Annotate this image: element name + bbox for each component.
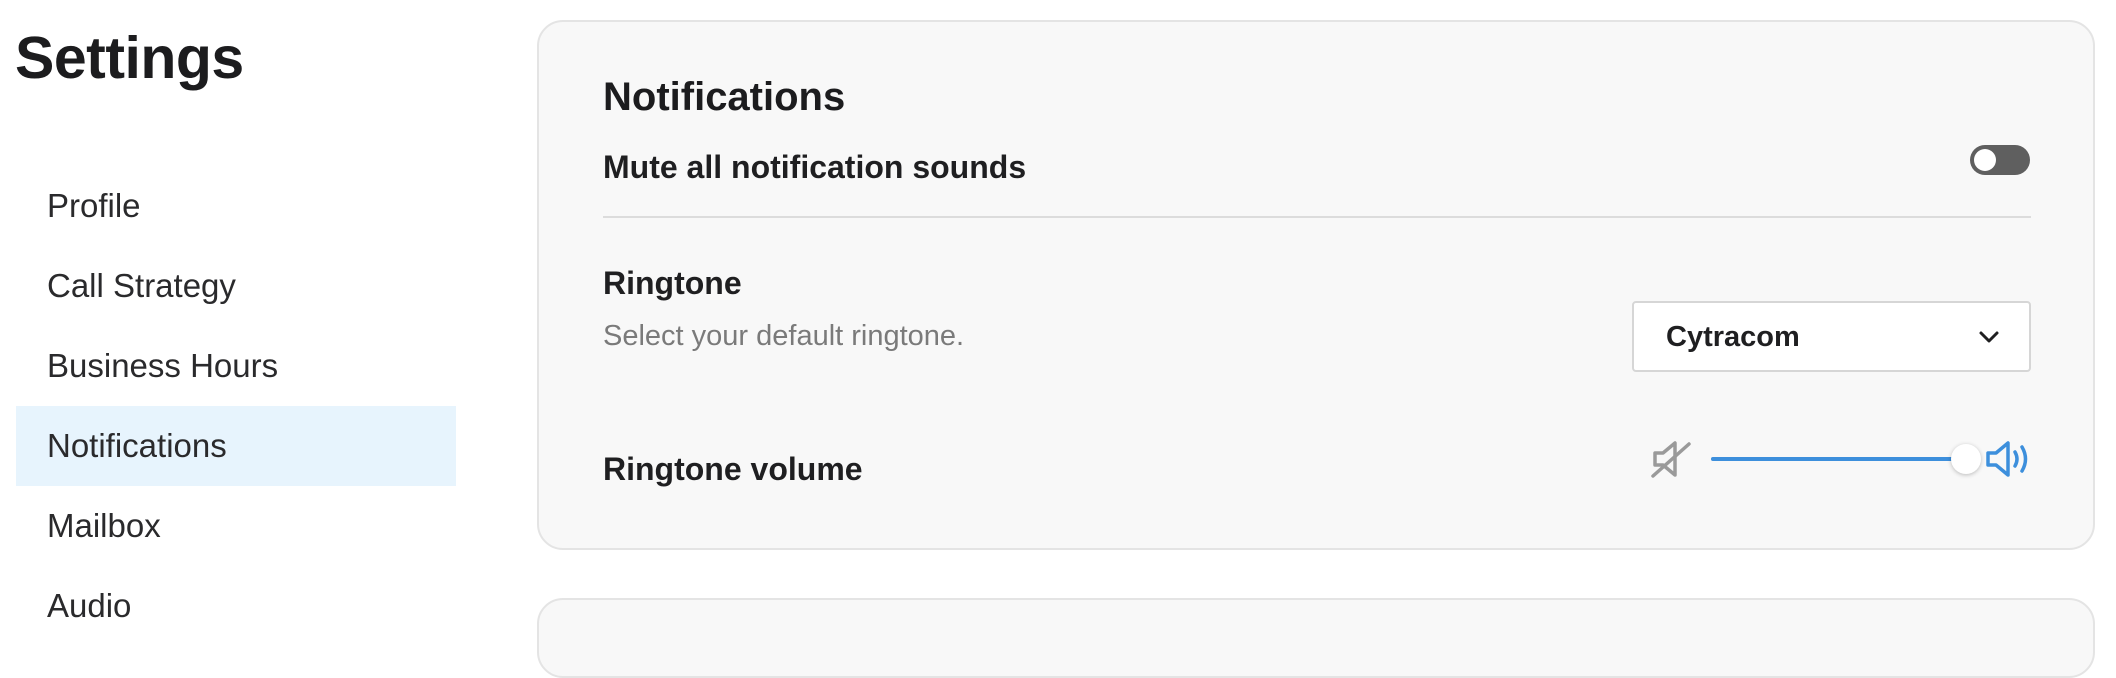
ringtone-volume-label: Ringtone volume — [603, 451, 863, 487]
mute-label: Mute all notification sounds — [603, 149, 1027, 185]
ringtone-label: Ringtone — [603, 265, 742, 301]
toggle-knob — [1974, 149, 1996, 171]
ringtone-select[interactable]: Cytracom — [1632, 301, 2031, 372]
sidebar-item-profile[interactable]: Profile — [16, 166, 456, 246]
sidebar-item-mailbox[interactable]: Mailbox — [16, 486, 456, 566]
volume-slider[interactable] — [1711, 442, 1981, 476]
slider-fill — [1711, 457, 1966, 461]
divider — [603, 216, 2031, 218]
sidebar-item-business-hours[interactable]: Business Hours — [16, 326, 456, 406]
sidebar-item-notifications[interactable]: Notifications — [16, 406, 456, 486]
ringtone-select-value: Cytracom — [1666, 321, 1800, 353]
speaker-loud-icon[interactable] — [1985, 438, 2035, 480]
sidebar-item-call-strategy[interactable]: Call Strategy — [16, 246, 456, 326]
chevron-down-icon — [1979, 331, 1999, 343]
notifications-card: Notifications Mute all notification soun… — [537, 20, 2095, 550]
sidebar-item-audio[interactable]: Audio — [16, 566, 456, 646]
section-title: Notifications — [603, 75, 846, 119]
next-settings-card — [537, 598, 2095, 678]
speaker-muted-icon[interactable] — [1649, 438, 1695, 480]
slider-thumb[interactable] — [1951, 444, 1981, 474]
settings-sidebar: Profile Call Strategy Business Hours Not… — [16, 166, 456, 646]
ringtone-description: Select your default ringtone. — [603, 320, 965, 352]
mute-toggle[interactable] — [1970, 145, 2030, 175]
page-title: Settings — [15, 25, 244, 91]
